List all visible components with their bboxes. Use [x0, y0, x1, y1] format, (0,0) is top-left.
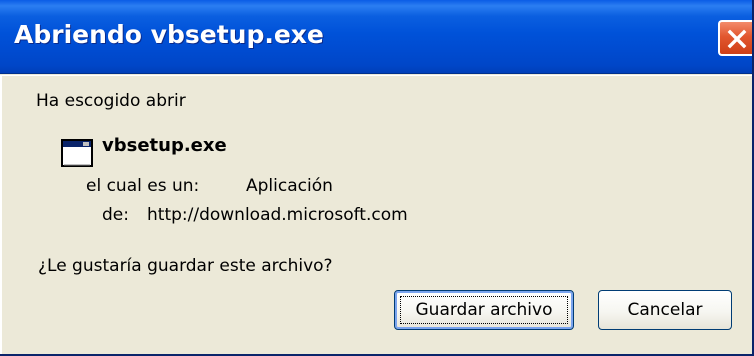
window-title: Abriendo vbsetup.exe: [14, 20, 324, 49]
close-button[interactable]: [718, 20, 752, 56]
cancel-button[interactable]: Cancelar: [598, 290, 732, 330]
file-name: vbsetup.exe: [102, 135, 227, 156]
title-bar[interactable]: Abriendo vbsetup.exe: [0, 0, 752, 74]
intro-text: Ha escogido abrir: [36, 91, 186, 111]
source-label: de:: [102, 205, 129, 225]
file-type-label: el cual es un:: [86, 176, 200, 196]
application-window-icon: [61, 139, 93, 167]
source-url: http://download.microsoft.com: [147, 205, 408, 225]
download-dialog-window: Abriendo vbsetup.exe Ha escogido abrir v…: [0, 0, 754, 356]
save-file-button[interactable]: Guardar archivo: [394, 290, 574, 330]
close-icon: [727, 29, 747, 49]
save-question: ¿Le gustaría guardar este archivo?: [38, 256, 333, 276]
file-type-value: Aplicación: [246, 176, 333, 196]
dialog-body: Ha escogido abrir vbsetup.exe el cual es…: [0, 75, 752, 354]
save-file-button-label: Guardar archivo: [400, 296, 568, 324]
